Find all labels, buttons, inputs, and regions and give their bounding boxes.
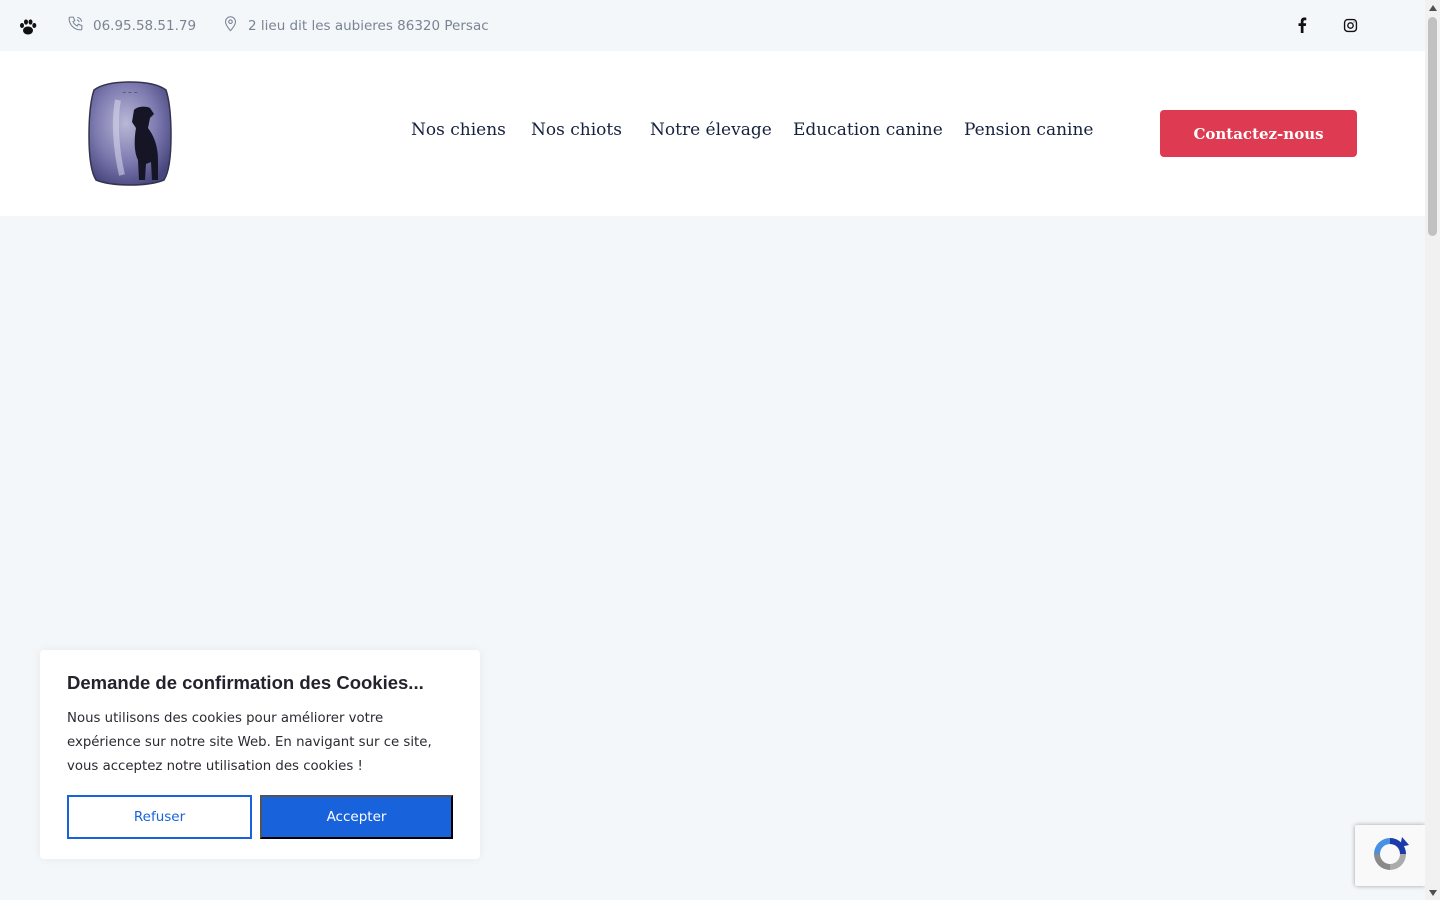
cookie-message: Nous utilisons des cookies pour améliore…: [67, 711, 432, 774]
cookie-title: Demande de confirmation des Cookies...: [67, 672, 424, 693]
address-text: 2 lieu dit les aubieres 86320 Persac: [248, 17, 489, 34]
phone-icon: [67, 15, 93, 36]
site-header: ~ ~ ~ Nos chiens Nos chiots Notre élevag…: [0, 51, 1425, 216]
accept-cookies-button[interactable]: Accepter: [260, 795, 453, 839]
scrollbar-thumb[interactable]: [1428, 17, 1437, 236]
top-info-bar: 06.95.58.51.79 2 lieu dit les aubieres 8…: [0, 0, 1425, 51]
site-logo[interactable]: ~ ~ ~: [88, 80, 172, 186]
phone-number: 06.95.58.51.79: [93, 17, 197, 34]
cookie-consent-dialog: Demande de confirmation des Cookies... N…: [40, 650, 480, 859]
svg-text:~ ~ ~: ~ ~ ~: [122, 90, 138, 96]
address-info: 2 lieu dit les aubieres 86320 Persac: [222, 0, 489, 51]
nav-nos-chiots[interactable]: Nos chiots: [531, 120, 622, 140]
nav-pension-canine[interactable]: Pension canine: [964, 120, 1093, 140]
nav-notre-elevage[interactable]: Notre élevage: [650, 120, 772, 140]
contact-button[interactable]: Contactez-nous: [1160, 110, 1357, 157]
map-pin-icon: [222, 15, 248, 36]
recaptcha-icon: [1369, 833, 1411, 879]
refuse-cookies-button[interactable]: Refuser: [67, 795, 252, 839]
page: 06.95.58.51.79 2 lieu dit les aubieres 8…: [0, 0, 1425, 900]
nav-nos-chiens[interactable]: Nos chiens: [411, 120, 506, 140]
vertical-scrollbar[interactable]: [1425, 0, 1440, 900]
phone-info[interactable]: 06.95.58.51.79: [67, 0, 196, 51]
nav-education-canine[interactable]: Education canine: [793, 120, 943, 140]
recaptcha-badge[interactable]: [1355, 825, 1425, 886]
facebook-icon[interactable]: [1291, 14, 1313, 36]
scroll-down-arrow-icon[interactable]: [1425, 885, 1440, 900]
instagram-icon[interactable]: [1339, 14, 1361, 36]
scroll-up-arrow-icon[interactable]: [1425, 0, 1440, 15]
paw-icon: [18, 17, 38, 37]
